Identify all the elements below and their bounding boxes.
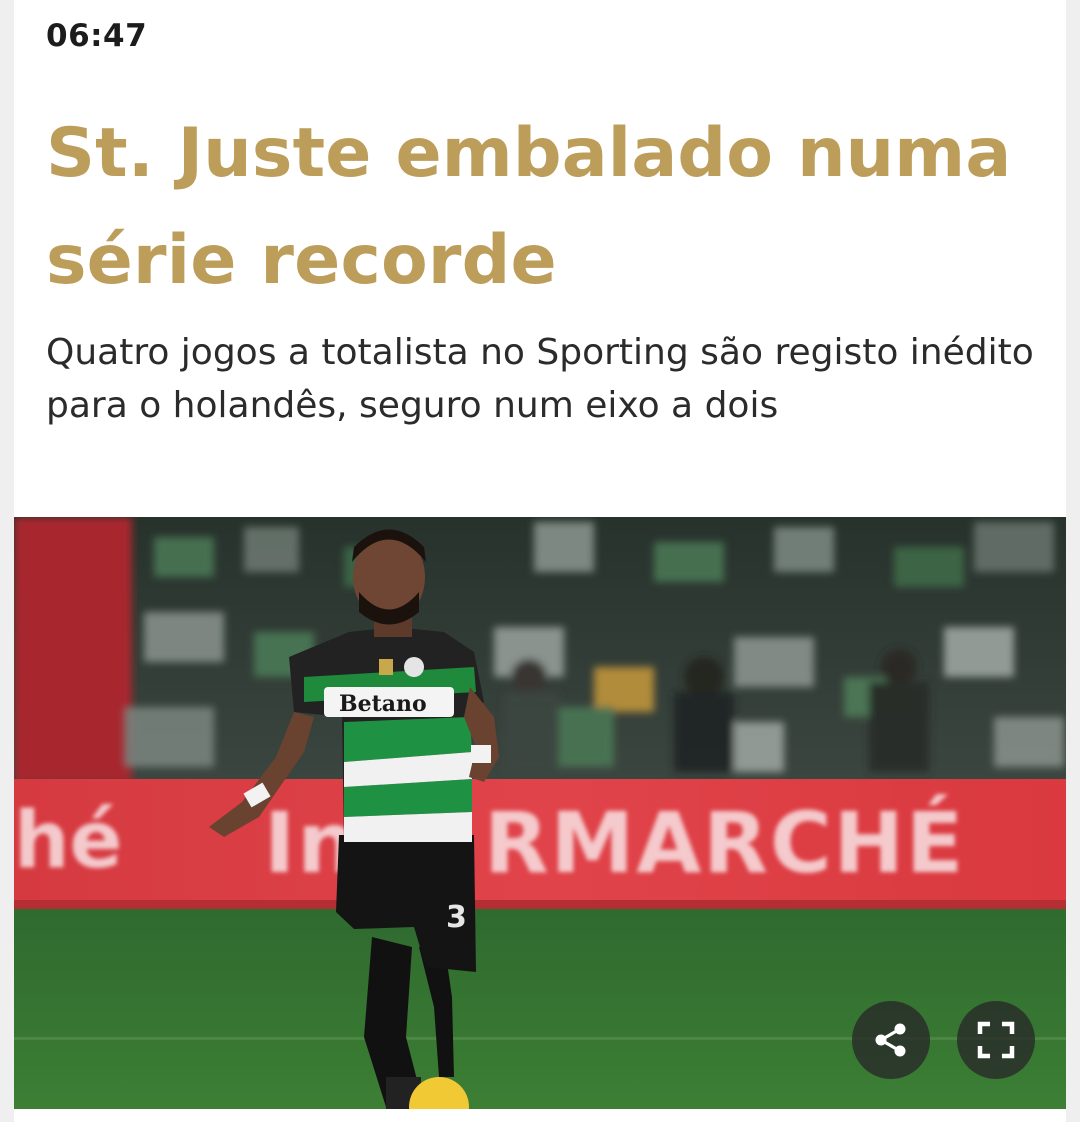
publish-time: 06:47 [46,18,148,54]
svg-text:RMARCHÉ: RMARCHÉ [484,794,965,892]
fullscreen-button[interactable] [957,1001,1035,1079]
share-button[interactable] [852,1001,930,1079]
shirt-sponsor: Betano [339,691,427,717]
svg-text:hé: hé [14,796,122,886]
shirt-number: 3 [446,900,467,935]
article-photo[interactable]: hé In RMARCHÉ 3 Betano [14,517,1066,1109]
fullscreen-icon [977,1021,1015,1059]
article-headline: St. Juste embalado numa série recorde [46,114,1012,300]
article-card: 06:47 St. Juste embalado numa série reco… [14,0,1066,1122]
share-icon [875,1023,906,1057]
article-subtitle: Quatro jogos a totalista no Sporting são… [46,332,1034,426]
